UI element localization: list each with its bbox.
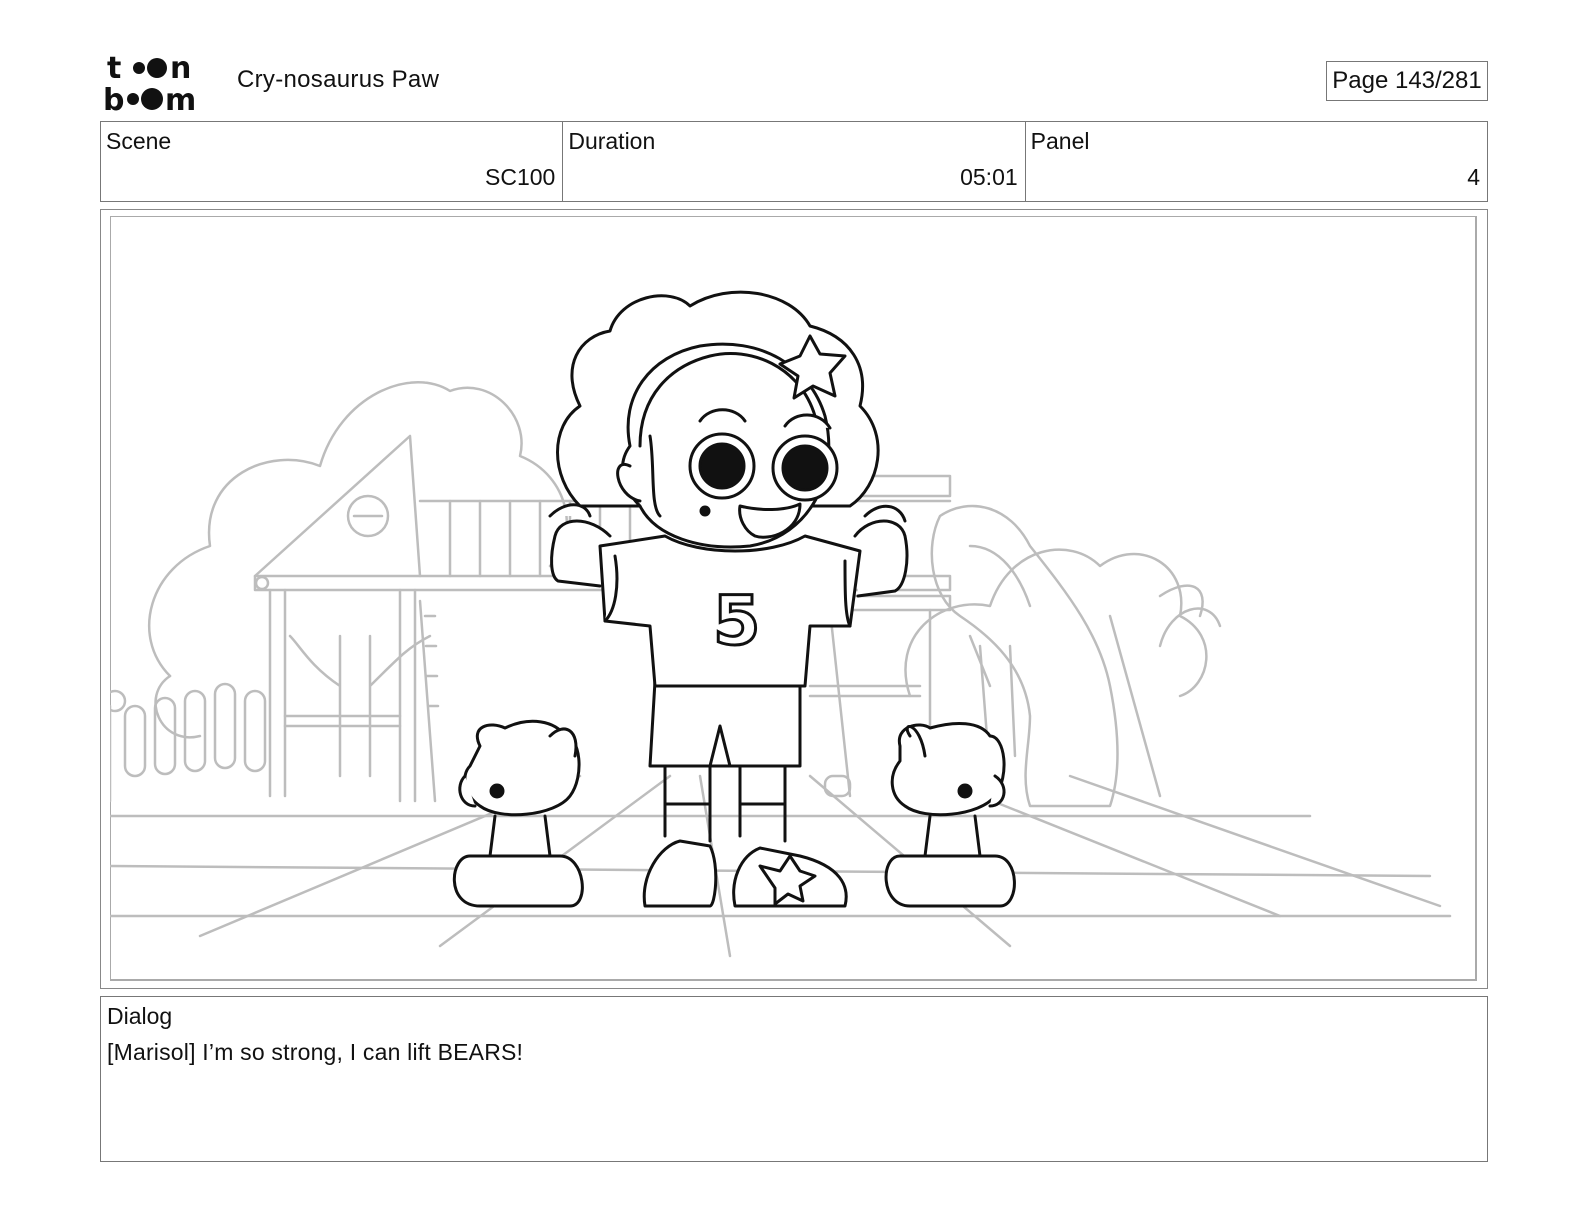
- scene-value: SC100: [485, 164, 556, 190]
- panel-label: Panel: [1030, 128, 1090, 154]
- svg-text:b: b: [103, 83, 124, 112]
- dialog-text: [Marisol] I’m so strong, I can lift BEAR…: [107, 1039, 524, 1065]
- project-title: Cry-nosaurus Paw: [237, 66, 440, 93]
- scene-label: Scene: [106, 128, 172, 154]
- panel-value: 4: [1467, 164, 1480, 190]
- svg-text:t: t: [107, 51, 121, 86]
- panel-info-table: Scene SC100 Duration 05:01 Panel 4: [100, 121, 1488, 202]
- jersey-number: 5: [713, 582, 760, 661]
- scene-cell: Scene SC100: [101, 122, 564, 201]
- svg-text:m: m: [165, 83, 196, 112]
- dialog-label: Dialog: [107, 1003, 173, 1029]
- duration-value: 05:01: [960, 164, 1018, 190]
- svg-text:n: n: [170, 51, 191, 86]
- duration-cell: Duration 05:01: [563, 122, 1026, 201]
- dialog-box: Dialog [Marisol] I’m so strong, I can li…: [100, 996, 1488, 1162]
- page-indicator: Page 143/281: [1326, 61, 1488, 101]
- panel-cell: Panel 4: [1026, 122, 1487, 201]
- toon-boom-logo: t n b m: [103, 51, 196, 112]
- storyboard-panel-drawing: 5: [110, 216, 1477, 981]
- duration-label: Duration: [568, 128, 656, 154]
